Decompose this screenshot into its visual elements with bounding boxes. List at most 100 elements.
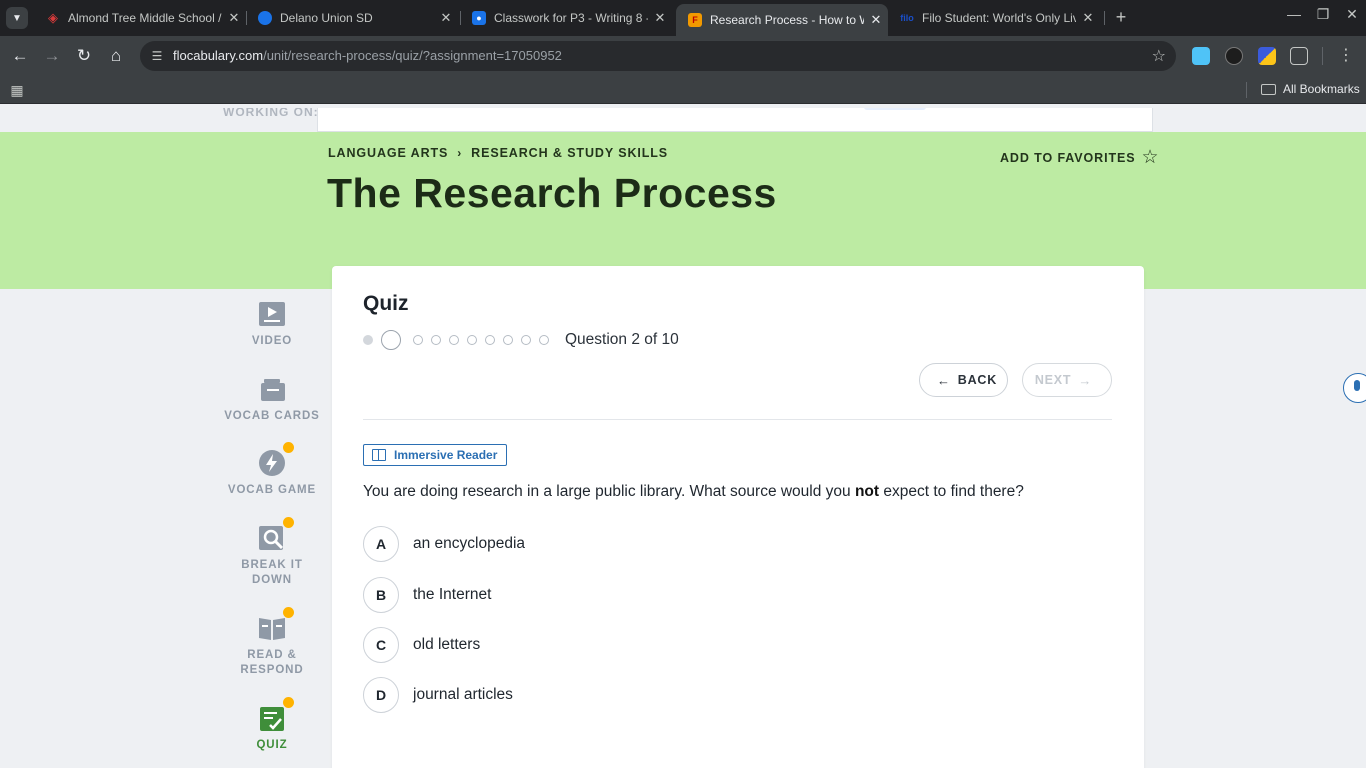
option-letter[interactable]: D — [363, 677, 399, 713]
progress-dot[interactable] — [449, 335, 459, 345]
add-to-favorites-label: ADD TO FAVORITES — [1000, 151, 1136, 165]
progress-dot[interactable] — [539, 335, 549, 345]
option-letter[interactable]: B — [363, 577, 399, 613]
bookmark-star-icon[interactable]: ☆ — [1152, 46, 1166, 66]
extension-bookmark-icon[interactable] — [1192, 47, 1210, 65]
microphone-icon[interactable] — [1343, 373, 1366, 403]
home-icon[interactable]: ⌂ — [104, 44, 128, 68]
reload-icon[interactable]: ↻ — [72, 44, 96, 68]
progress-dot[interactable] — [521, 335, 531, 345]
notification-dot — [282, 696, 295, 709]
immersive-reader-button[interactable]: Immersive Reader — [363, 444, 507, 466]
close-tab-icon[interactable]: ✕ — [222, 10, 246, 26]
breadcrumb-research-study-skills[interactable]: RESEARCH & STUDY SKILLS — [471, 146, 668, 160]
star-icon: ☆ — [1141, 147, 1160, 168]
extension-owl-icon[interactable] — [1225, 47, 1243, 65]
close-tab-icon[interactable]: ✕ — [1076, 10, 1100, 26]
browser-tab-classwork[interactable]: ● Classwork for P3 - Writing 8 - M ✕ — [460, 0, 672, 36]
close-tab-icon[interactable]: ✕ — [434, 10, 458, 26]
tab-search-button[interactable]: ▼ — [6, 7, 28, 29]
almond-favicon-icon: ◈ — [48, 10, 58, 25]
progress-dot-current[interactable] — [381, 330, 401, 350]
lightning-icon — [258, 441, 295, 477]
sidebar-item-video[interactable]: VIDEO — [222, 300, 322, 349]
progress-dot[interactable] — [363, 335, 373, 345]
option-text[interactable]: the Internet — [413, 586, 491, 604]
browser-tab-delano[interactable]: Delano Union SD ✕ — [246, 0, 458, 36]
next-button[interactable]: NEXT → — [1022, 363, 1112, 397]
sidebar-item-vocab-game[interactable]: VOCAB GAME — [222, 441, 322, 498]
tab-title: Almond Tree Middle School / H — [68, 11, 222, 25]
arrow-left-icon: ← — [936, 372, 951, 388]
url-path: /unit/research-process/quiz/?assignment=… — [263, 48, 562, 63]
option-text[interactable]: journal articles — [413, 686, 513, 704]
answer-option-a[interactable]: A an encyclopedia — [363, 526, 525, 562]
sidebar-item-quiz[interactable]: QUIZ — [222, 696, 322, 753]
add-to-favorites-button[interactable]: ADD TO FAVORITES ☆ — [1000, 147, 1160, 168]
option-letter[interactable]: C — [363, 627, 399, 663]
question-progress: Question 2 of 10 — [363, 330, 679, 350]
close-tab-icon[interactable]: ✕ — [864, 12, 888, 28]
site-info-icon[interactable]: ☰ — [149, 48, 165, 64]
quiz-check-icon — [258, 696, 295, 732]
working-on-bar: WORKING ON: — [0, 108, 1366, 132]
sidebar-item-label: READ & RESPOND — [240, 649, 304, 676]
option-text[interactable]: old letters — [413, 636, 480, 654]
sidebar-item-break-it-down[interactable]: BREAK IT DOWN — [222, 516, 322, 588]
all-bookmarks-button[interactable]: All Bookmarks — [1261, 82, 1360, 96]
address-bar[interactable]: ☰ flocabulary.com/unit/research-process/… — [140, 41, 1176, 71]
extension-python-icon[interactable] — [1258, 47, 1276, 65]
browser-toolbar: ← → ↻ ⌂ ☰ flocabulary.com/unit/research-… — [0, 36, 1366, 76]
browser-tabstrip: ▼ ◈ Almond Tree Middle School / H ✕ Dela… — [0, 0, 1366, 36]
vocab-cards-icon — [258, 375, 286, 403]
new-tab-button[interactable]: + — [1110, 6, 1132, 28]
notification-dot — [282, 516, 295, 529]
restore-icon[interactable]: ❐ — [1309, 6, 1337, 23]
tab-title: Filo Student: World's Only Live — [922, 11, 1076, 25]
tab-title: Research Process - How to Writ — [710, 13, 864, 27]
apps-grid-icon[interactable]: ▦ — [9, 82, 25, 98]
answer-option-c[interactable]: C old letters — [363, 627, 480, 663]
video-icon — [258, 300, 286, 328]
answer-option-d[interactable]: D journal articles — [363, 677, 513, 713]
progress-dot[interactable] — [413, 335, 423, 345]
progress-dot[interactable] — [503, 335, 513, 345]
browser-menu-icon[interactable]: ⋮ — [1338, 45, 1354, 65]
sidebar-item-vocab-cards[interactable]: VOCAB CARDS — [222, 375, 322, 424]
filo-favicon-icon: filo — [900, 13, 914, 23]
url-text[interactable]: flocabulary.com/unit/research-process/qu… — [173, 48, 562, 63]
extensions-puzzle-icon[interactable] — [1290, 47, 1308, 65]
back-arrow-icon[interactable]: ← — [8, 44, 32, 68]
quiz-card: Quiz Question 2 of 10 ← BACK NEXT → Imme… — [332, 266, 1144, 768]
progress-dot[interactable] — [485, 335, 495, 345]
chevron-right-icon: › — [457, 146, 463, 160]
minimize-icon[interactable]: — — [1280, 6, 1308, 22]
option-letter[interactable]: A — [363, 526, 399, 562]
classroom-favicon-icon: ● — [472, 11, 486, 25]
all-bookmarks-label: All Bookmarks — [1283, 82, 1360, 96]
close-window-icon[interactable]: ✕ — [1338, 6, 1366, 23]
close-tab-icon[interactable]: ✕ — [648, 10, 672, 26]
tab-title: Delano Union SD — [280, 11, 373, 25]
browser-tab-research-process[interactable]: F Research Process - How to Writ ✕ — [676, 4, 888, 36]
working-on-label: WORKING ON: — [223, 108, 319, 119]
answer-option-b[interactable]: B the Internet — [363, 577, 491, 613]
sidebar-item-label: BREAK IT DOWN — [241, 559, 303, 586]
back-button[interactable]: ← BACK — [919, 363, 1008, 397]
breadcrumb-language-arts[interactable]: LANGUAGE ARTS — [328, 146, 448, 160]
sidebar-item-read-respond[interactable]: READ & RESPOND — [222, 606, 322, 678]
forward-arrow-icon[interactable]: → — [40, 44, 64, 68]
progress-dot[interactable] — [467, 335, 477, 345]
sidebar-item-label: VOCAB GAME — [227, 484, 317, 496]
browser-tab-almond[interactable]: ◈ Almond Tree Middle School / H ✕ — [34, 0, 246, 36]
option-text[interactable]: an encyclopedia — [413, 535, 525, 553]
page-title: The Research Process — [327, 170, 777, 216]
sidebar-item-label: VOCAB CARDS — [224, 410, 320, 422]
folder-icon — [1261, 83, 1276, 95]
browser-tab-filo[interactable]: filo Filo Student: World's Only Live ✕ — [888, 0, 1100, 36]
question-counter: Question 2 of 10 — [565, 331, 679, 348]
progress-dot[interactable] — [431, 335, 441, 345]
question-text-start: You are doing research in a large public… — [363, 483, 855, 500]
delano-favicon-icon — [258, 11, 272, 25]
tab-title: Classwork for P3 - Writing 8 - M — [494, 11, 648, 25]
